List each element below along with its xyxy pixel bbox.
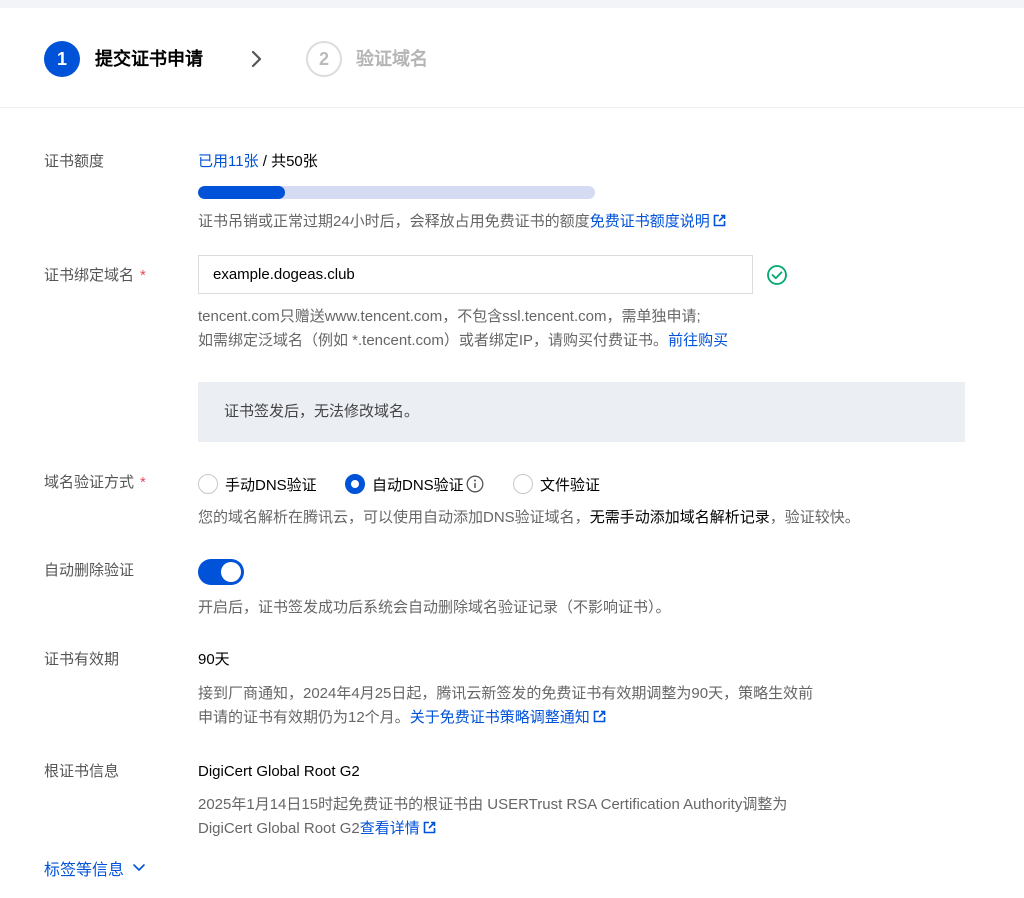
policy-notice-link[interactable]: 关于免费证书策略调整通知 [410,709,606,726]
form-card: 1 提交证书申请 2 验证域名 证书额度 已用11张 / 共50张 证书吊销或正… [0,8,1024,898]
verify-label: 域名验证方式 * [44,474,146,491]
buy-link[interactable]: 前往购买 [668,332,728,349]
radio-circle-selected [345,474,365,494]
domain-help-line1: tencent.com只赠送www.tencent.com，不包含ssl.ten… [198,308,701,325]
radio-auto-dns[interactable]: 自动DNS验证 [345,473,484,495]
verify-help-bold: 无需手动添加域名解析记录 [589,509,770,526]
quota-progress-fill [198,186,286,199]
root-cert-help-line2: DigiCert Global Root G2 [198,820,360,837]
root-cert-help: 2025年1月14日15时起免费证书的根证书由 USERTrust RSA Ce… [198,793,787,841]
quota-value: 已用11张 / 共50张 [198,152,318,172]
more-info-label: 标签等信息 [44,862,125,879]
check-circle-icon [767,265,787,285]
radio-label: 自动DNS验证 [372,476,464,494]
auto-delete-toggle[interactable] [198,559,244,585]
notice-box: 证书签发后，无法修改域名。 [198,382,965,442]
step-2-label: 验证域名 [356,49,428,69]
quota-help: 证书吊销或正常过期24小时后，会释放占用免费证书的额度免费证书额度说明 [198,210,726,234]
radio-manual-dns[interactable]: 手动DNS验证 [198,473,317,495]
required-mark: * [140,267,146,284]
toggle-knob [221,562,241,582]
root-cert-label: 根证书信息 [44,763,120,780]
quota-total: 共50张 [271,153,318,170]
step-1-label: 提交证书申请 [95,49,203,69]
domain-help-line2: 如需绑定泛域名（例如 *.tencent.com）或者绑定IP，请购买付费证书。 [198,332,669,349]
domain-help: tencent.com只赠送www.tencent.com，不包含ssl.ten… [198,305,728,353]
radio-circle [513,474,533,494]
root-cert-value: DigiCert Global Root G2 [198,763,360,780]
step-1-number: 1 [44,41,80,77]
external-link-icon [713,214,726,227]
auto-delete-help: 开启后，证书签发成功后系统会自动删除域名验证记录（不影响证书）。 [198,599,671,616]
root-cert-details-link[interactable]: 查看详情 [360,820,436,837]
verify-help: 您的域名解析在腾讯云，可以使用自动添加DNS验证域名，无需手动添加域名解析记录，… [198,509,860,526]
steps-header: 1 提交证书申请 2 验证域名 [0,8,1024,108]
validity-help: 接到厂商通知，2024年4月25日起，腾讯云新签发的免费证书有效期调整为90天，… [198,682,813,730]
radio-label: 文件验证 [540,476,601,494]
auto-delete-label: 自动删除验证 [44,562,135,579]
domain-input[interactable] [198,255,753,294]
required-mark: * [140,474,146,491]
external-link-icon [593,710,606,723]
radio-circle [198,474,218,494]
domain-label: 证书绑定域名 * [44,267,146,284]
quota-label: 证书额度 [44,153,105,170]
more-info-toggle[interactable]: 标签等信息 [44,856,148,880]
quota-help-link[interactable]: 免费证书额度说明 [590,213,726,230]
info-icon[interactable] [466,475,484,493]
validity-label: 证书有效期 [44,651,120,668]
root-cert-help-line1: 2025年1月14日15时起免费证书的根证书由 USERTrust RSA Ce… [198,796,788,813]
quota-separator: / [258,153,272,170]
quota-progress-bar [198,186,595,199]
chevron-right-icon [251,50,262,68]
validity-help-line1: 接到厂商通知，2024年4月25日起，腾讯云新签发的免费证书有效期调整为90天，… [198,685,814,702]
chevron-down-icon [133,864,145,871]
quota-help-text: 证书吊销或正常过期24小时后，会释放占用免费证书的额度 [198,213,590,230]
radio-label: 手动DNS验证 [225,476,317,494]
validity-value: 90天 [198,651,230,668]
step-2-number: 2 [306,41,342,77]
radio-file[interactable]: 文件验证 [513,473,600,495]
external-link-icon [423,821,436,834]
quota-used: 已用11张 [198,153,259,170]
validity-help-line2: 申请的证书有效期仍为12个月。 [198,709,410,726]
